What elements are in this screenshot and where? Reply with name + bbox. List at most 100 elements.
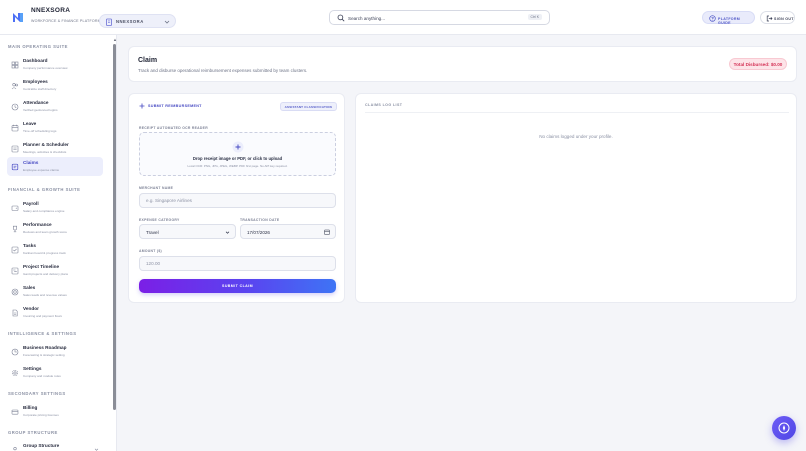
sidebar-item-label: Sales xyxy=(23,284,36,290)
claims-empty-state: No claims logged under your profile. xyxy=(539,134,613,139)
receipt-icon xyxy=(11,163,19,171)
organization-name: NNEXSORA xyxy=(116,19,144,24)
claims-log-card: CLAIMS LOG LIST No claims logged under y… xyxy=(355,93,797,303)
transaction-date-value: 17/07/2026 xyxy=(247,230,270,235)
sidebar-item-business-roadmap[interactable]: Business Roadmap Forecasting & strategic… xyxy=(7,342,103,361)
section-main-operating: MAIN OPERATING SUITE xyxy=(8,44,68,49)
amount-label: AMOUNT ($) xyxy=(139,249,162,253)
sidebar-item-sublabel: Kanban board & progress track xyxy=(23,250,66,255)
page-title: Claim xyxy=(138,57,158,64)
calendar-icon xyxy=(11,124,19,132)
upload-plus-icon xyxy=(232,141,244,153)
submit-claim-button[interactable]: SUBMIT CLAIM xyxy=(139,279,336,293)
page-subtitle: Track and disburse operational reimburse… xyxy=(138,68,308,73)
sidebar-item-sublabel: Salary and compliance engine xyxy=(23,208,65,213)
sign-out-button[interactable]: SIGN OUT xyxy=(760,11,795,24)
section-financial-growth: FINANCIAL & GROWTH SUITE xyxy=(8,187,81,192)
transaction-date-label: TRANSACTION DATE xyxy=(240,218,280,222)
expense-category-select[interactable]: Travel xyxy=(139,224,236,239)
sidebar-item-label: Employees xyxy=(23,78,48,84)
sidebar-item-label: Project Timeline xyxy=(23,263,60,269)
brand-subtitle: WORKFORCE & FINANCE PLATFORM xyxy=(31,19,101,23)
brand-logo-icon[interactable] xyxy=(12,11,24,23)
brand-name: NNEXSORA xyxy=(31,7,71,14)
sidebar-item-dashboard[interactable]: Dashboard Company performance overview xyxy=(7,55,103,74)
section-group-structure: GROUP STRUCTURE xyxy=(8,430,58,435)
sidebar-item-label: Dashboard xyxy=(23,57,48,63)
chevron-down-icon[interactable] xyxy=(94,447,99,451)
sidebar-item-project-timeline[interactable]: Project Timeline Gantt projects and deli… xyxy=(7,261,103,280)
grid-icon xyxy=(11,61,19,69)
sidebar-item-sublabel: Invoicing and payment flows xyxy=(23,313,62,318)
divider xyxy=(365,112,789,113)
sidebar-item-attendance[interactable]: Attendance Verified geofenced logins xyxy=(7,97,103,116)
chevron-down-icon xyxy=(225,231,230,234)
section-secondary-settings: SECONDARY SETTINGS xyxy=(8,391,66,396)
calendar-icon xyxy=(324,229,330,235)
sidebar-item-label: Planner & Scheduler xyxy=(23,141,69,147)
plus-icon xyxy=(139,103,145,109)
chevron-down-icon xyxy=(164,20,170,24)
clock-icon xyxy=(11,103,19,111)
sidebar-item-label: Group Structure xyxy=(23,442,60,448)
sidebar-item-sublabel: Reviews and team growth score xyxy=(23,229,68,234)
sidebar-item-sublabel: Forecasting & strategic setting xyxy=(23,352,65,357)
sidebar-item-label: Attendance xyxy=(23,99,49,105)
planner-icon xyxy=(11,145,19,153)
sidebar-item-tasks[interactable]: Tasks Kanban board & progress track xyxy=(7,240,103,259)
sidebar-item-label: Payroll xyxy=(23,200,39,206)
sidebar-item-label: Vendor xyxy=(23,305,39,311)
sidebar: MAIN OPERATING SUITE Dashboard Company p… xyxy=(0,35,117,451)
roadmap-icon xyxy=(11,348,19,356)
sidebar-item-sublabel: Centralize staff directory xyxy=(23,86,57,91)
sidebar-item-settings[interactable]: Settings Company and module rules xyxy=(7,363,103,382)
search-icon xyxy=(337,14,345,22)
sidebar-item-vendor[interactable]: Vendor Invoicing and payment flows xyxy=(7,303,103,322)
group-icon xyxy=(13,446,17,451)
sign-out-label: SIGN OUT xyxy=(774,16,794,21)
gear-icon xyxy=(11,369,19,377)
submit-claim-label: SUBMIT CLAIM xyxy=(222,283,253,288)
assistant-fab-button[interactable] xyxy=(772,416,796,440)
sidebar-scrollbar[interactable] xyxy=(113,44,116,410)
trophy-icon xyxy=(13,225,17,233)
sidebar-item-group-structure[interactable]: Group Structure xyxy=(7,440,103,451)
sidebar-item-planner-scheduler[interactable]: Planner & Scheduler Meetings, activities… xyxy=(7,139,103,158)
card-icon xyxy=(11,409,19,415)
sidebar-item-sublabel: Corporate pricing licenses xyxy=(23,412,59,417)
sidebar-item-label: Performance xyxy=(23,221,52,227)
sidebar-item-sublabel: Verified geofenced logins xyxy=(23,107,58,112)
search-placeholder: Search anything... xyxy=(348,15,386,21)
vendor-icon xyxy=(12,309,18,317)
sidebar-item-performance[interactable]: Performance Reviews and team growth scor… xyxy=(7,219,103,238)
sidebar-item-payroll[interactable]: Payroll Salary and compliance engine xyxy=(7,198,103,217)
submit-reimbursement-card: SUBMIT REIMBURSEMENT ASSISTANT CLASSIFIC… xyxy=(128,93,345,303)
sidebar-item-sublabel: Employee expense claims xyxy=(23,167,59,172)
sidebar-item-leave[interactable]: Leave Time-off scheduling logs xyxy=(7,118,103,137)
scroll-up-arrow-icon[interactable]: ▲ xyxy=(113,37,117,42)
transaction-date-input[interactable]: 17/07/2026 xyxy=(240,224,336,239)
global-search[interactable]: Search anything... Ctrl K xyxy=(329,10,550,25)
tasks-icon xyxy=(11,246,19,254)
page-header-card: Claim Track and disburse operational rei… xyxy=(128,46,797,82)
organization-selector[interactable]: NNEXSORA xyxy=(99,14,176,28)
sidebar-item-sublabel: Meetings, activities & checklists xyxy=(23,149,67,154)
receipt-dropzone[interactable]: Drop receipt image or PDF, or click to u… xyxy=(139,132,336,176)
expense-category-label: EXPENSE CATEGORY xyxy=(139,218,180,222)
sidebar-item-sublabel: Sales leads and revenue values xyxy=(23,292,67,297)
amount-input[interactable] xyxy=(139,256,336,271)
merchant-name-label: MERCHANT NAME xyxy=(139,186,174,190)
sidebar-item-claims[interactable]: Claims Employee expense claims xyxy=(7,157,103,176)
platform-guide-button[interactable]: PLATFORM GUIDE xyxy=(702,11,755,25)
sidebar-item-sales[interactable]: Sales Sales leads and revenue values xyxy=(7,282,103,301)
timeline-icon xyxy=(11,267,19,275)
sidebar-item-label: Settings xyxy=(23,365,42,371)
sidebar-item-employees[interactable]: Employees Centralize staff directory xyxy=(7,76,103,95)
expense-category-value: Travel xyxy=(146,230,159,235)
logout-icon xyxy=(766,15,773,22)
sidebar-item-sublabel: Company and module rules xyxy=(23,373,61,378)
sidebar-item-billing[interactable]: Billing Corporate pricing licenses xyxy=(7,402,103,421)
platform-guide-label: PLATFORM GUIDE xyxy=(718,16,741,25)
merchant-name-input[interactable] xyxy=(139,193,336,208)
building-icon xyxy=(106,18,112,26)
